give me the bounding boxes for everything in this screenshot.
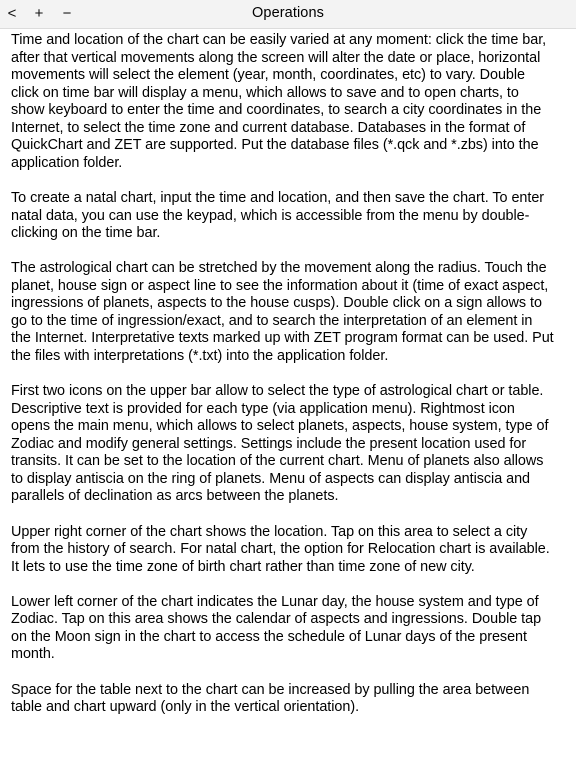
help-text-area[interactable]: Time and location of the chart can be ea… bbox=[11, 32, 567, 752]
paragraph-table-space: Space for the table next to the chart ca… bbox=[11, 682, 567, 717]
paragraph-natal-chart: To create a natal chart, input the time … bbox=[11, 190, 567, 243]
navigation-bar: < + − Operations bbox=[0, 0, 576, 29]
text-line: Time and location of the chart can be ea… bbox=[11, 32, 547, 48]
text-line: planet, house sign or aspect line to see… bbox=[11, 277, 549, 294]
page-title: Operations bbox=[252, 5, 324, 21]
text-line: parallels of declination as arcs between… bbox=[11, 488, 339, 505]
text-line: Lower left corner of the chart indicates… bbox=[11, 593, 539, 610]
paragraph-time-location: Time and location of the chart can be ea… bbox=[11, 32, 567, 172]
text-line: go to the time of ingression/exact, and … bbox=[11, 312, 533, 329]
paragraph-lunar-corner: Lower left corner of the chart indicates… bbox=[11, 594, 567, 664]
text-line: Descriptive text is provided for each ty… bbox=[11, 400, 515, 417]
text-line: ingressions of planets, aspects to the h… bbox=[11, 295, 542, 312]
text-line: after that vertical movements along the … bbox=[11, 49, 541, 66]
text-line: Upper right corner of the chart shows th… bbox=[11, 523, 528, 540]
text-line: The astrological chart can be stretched … bbox=[11, 260, 547, 277]
text-line: Zodiac and modify general settings. Sett… bbox=[11, 435, 527, 452]
text-line: To create a natal chart, input the time … bbox=[11, 189, 545, 206]
text-line: First two icons on the upper bar allow t… bbox=[11, 383, 544, 400]
paragraph-location-corner: Upper right corner of the chart shows th… bbox=[11, 524, 567, 577]
text-line: Zodiac. Tap on this area shows the calen… bbox=[11, 611, 542, 628]
text-line: transits. It can be set to the location … bbox=[11, 453, 544, 470]
text-line: Internet, to select the time zone and cu… bbox=[11, 119, 526, 136]
text-line: month. bbox=[11, 646, 55, 663]
text-line: movements will select the element (year,… bbox=[11, 67, 525, 84]
text-line: clicking on the time bar. bbox=[11, 225, 161, 242]
text-line: Space for the table next to the chart ca… bbox=[11, 681, 530, 698]
text-line: opens the main menu, which allows to sel… bbox=[11, 418, 549, 435]
paragraph-chart-stretch: The astrological chart can be stretched … bbox=[11, 260, 567, 365]
text-line: the files with interpretations (*.txt) i… bbox=[11, 347, 389, 364]
text-line: natal data, you can use the keypad, whic… bbox=[11, 207, 530, 224]
text-line: It lets to use the time zone of birth ch… bbox=[11, 558, 475, 575]
text-line: table and chart upward (only in the vert… bbox=[11, 699, 360, 716]
text-line: to display antiscia on the ring of plane… bbox=[11, 470, 531, 487]
text-line: the Internet. Interpretative texts marke… bbox=[11, 330, 554, 347]
text-line: show keyboard to enter the time and coor… bbox=[11, 102, 542, 119]
text-line: QuickChart and ZET are supported. Put th… bbox=[11, 137, 539, 154]
text-line: application folder. bbox=[11, 154, 123, 171]
paragraph-upper-bar-icons: First two icons on the upper bar allow t… bbox=[11, 383, 567, 506]
text-line: on the Moon sign in the chart to access … bbox=[11, 628, 527, 645]
text-line: from the history of search. For natal ch… bbox=[11, 541, 550, 558]
text-line: click on time bar will display a menu, w… bbox=[11, 84, 519, 101]
